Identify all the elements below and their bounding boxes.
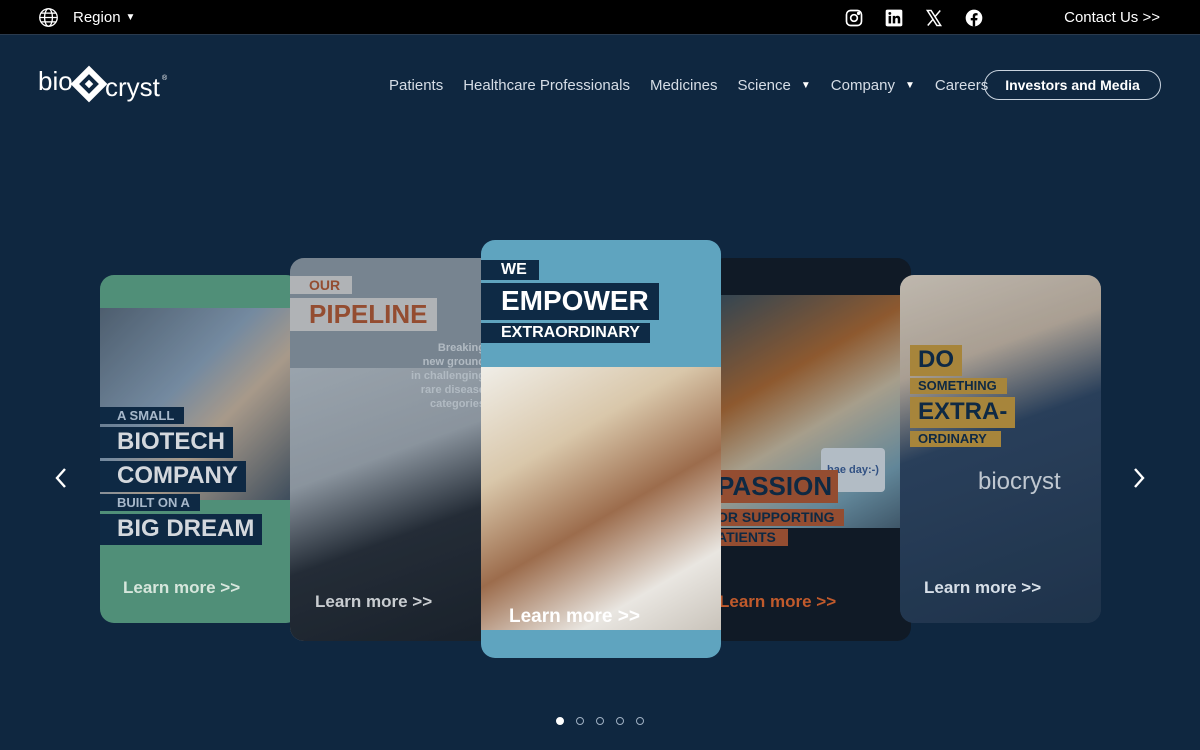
- region-label: Region: [73, 9, 121, 26]
- card-headline-line: ORDINARY: [910, 431, 1001, 447]
- svg-text:bio: bio: [38, 66, 73, 96]
- main-nav: Patients Healthcare Professionals Medici…: [389, 70, 1008, 100]
- nav-label: Company: [830, 76, 895, 94]
- card-headline-line: OR SUPPORTING: [711, 509, 845, 526]
- card-headline-line: SOMETHING: [910, 378, 1007, 394]
- carousel-card-empower[interactable]: WE EMPOWER EXTRAORDINARY Learn more >>: [481, 240, 721, 658]
- investors-and-media-button[interactable]: Investors and Media: [984, 70, 1161, 100]
- biocryst-logo[interactable]: bio cryst ®: [38, 58, 170, 113]
- learn-more-link[interactable]: Learn more >>: [509, 606, 640, 628]
- caption-line: rare disease: [420, 384, 485, 396]
- facebook-icon[interactable]: [964, 8, 984, 28]
- card-headline-line: EMPOWER: [481, 283, 659, 320]
- carousel-card-extraordinary[interactable]: biocryst DO SOMETHING EXTRA- ORDINARY Le…: [900, 275, 1101, 623]
- card-headline-line: DO: [910, 345, 962, 376]
- nav-science[interactable]: Science ▼: [738, 77, 811, 94]
- caption-line: new ground: [422, 356, 485, 368]
- card-headline-line: OUR: [290, 276, 353, 294]
- carousel-card-biotech[interactable]: A SMALL BIOTECH COMPANY BUILT ON A BIG D…: [100, 275, 300, 623]
- card-headline-line: EXTRAORDINARY: [481, 323, 650, 343]
- x-icon[interactable]: [924, 8, 944, 28]
- carousel-pagination: [556, 717, 644, 725]
- nav-label: Careers: [934, 76, 989, 94]
- chevron-right-icon: [1134, 468, 1145, 488]
- instagram-icon[interactable]: [844, 8, 864, 28]
- carousel-prev-button[interactable]: [50, 466, 74, 490]
- nav-healthcare-professionals[interactable]: Healthcare Professionals: [463, 77, 630, 94]
- carousel-dot[interactable]: [596, 717, 604, 725]
- carousel-dot[interactable]: [636, 717, 644, 725]
- card-headline-line: PASSION: [711, 470, 839, 503]
- card-headline-line: PIPELINE: [290, 298, 438, 331]
- nav-label: Science: [737, 76, 791, 94]
- nav-label: Patients: [389, 76, 444, 94]
- chevron-down-icon: ▼: [125, 12, 136, 23]
- carousel-dot[interactable]: [576, 717, 584, 725]
- nav-medicines[interactable]: Medicines: [650, 77, 718, 94]
- region-selector[interactable]: Region ▼: [38, 7, 135, 28]
- card-caption: Breaking new ground in challenging rare …: [375, 341, 485, 411]
- nav-label: Healthcare Professionals: [463, 76, 630, 94]
- learn-more-link[interactable]: Learn more >>: [315, 592, 432, 612]
- chevron-left-icon: [55, 468, 66, 488]
- nav-patients[interactable]: Patients: [389, 77, 443, 94]
- contact-us-link[interactable]: Contact Us >>: [1064, 9, 1160, 26]
- top-bar: Region ▼ Contact Us >>: [0, 0, 1200, 35]
- caption-line: categories: [429, 398, 485, 410]
- carousel-dot[interactable]: [616, 717, 624, 725]
- caption-line: in challenging: [411, 370, 485, 382]
- carousel-card-passion[interactable]: bae day:-) PASSION OR SUPPORTING ATIENTS…: [711, 258, 911, 641]
- learn-more-link[interactable]: Learn more >>: [924, 578, 1041, 598]
- card-photo-woman-hoodie: [900, 275, 1101, 623]
- hoodie-logo: biocryst: [978, 468, 1061, 495]
- social-links: [844, 8, 984, 28]
- card-headline-line: BUILT ON A: [100, 494, 200, 511]
- card-headline-line: BIOTECH: [100, 427, 233, 458]
- card-headline-line: A SMALL: [100, 407, 185, 424]
- globe-icon: [39, 8, 58, 27]
- nav-careers[interactable]: Careers: [935, 77, 988, 94]
- carousel-next-button[interactable]: [1126, 466, 1150, 490]
- card-headline-line: ATIENTS: [711, 529, 788, 546]
- carousel-dot[interactable]: [556, 717, 564, 725]
- nav-label: Medicines: [649, 76, 718, 94]
- carousel-card-pipeline[interactable]: OUR PIPELINE Breaking new ground in chal…: [290, 258, 495, 641]
- card-headline-line: EXTRA-: [910, 397, 1016, 428]
- learn-more-link[interactable]: Learn more >>: [123, 578, 240, 598]
- card-headline-line: BIG DREAM: [100, 514, 263, 545]
- caret-down-icon: ▼: [904, 79, 915, 91]
- learn-more-link[interactable]: Learn more >>: [719, 592, 836, 612]
- card-headline-line: WE: [481, 260, 539, 280]
- nav-company[interactable]: Company ▼: [831, 77, 915, 94]
- card-photo-man-glasses: [481, 367, 721, 630]
- svg-text:cryst: cryst: [105, 72, 161, 102]
- card-headline-line: COMPANY: [100, 461, 246, 492]
- svg-text:®: ®: [162, 74, 168, 82]
- caret-down-icon: ▼: [800, 79, 811, 91]
- linkedin-icon[interactable]: [884, 8, 904, 28]
- caption-line: Breaking: [437, 342, 485, 354]
